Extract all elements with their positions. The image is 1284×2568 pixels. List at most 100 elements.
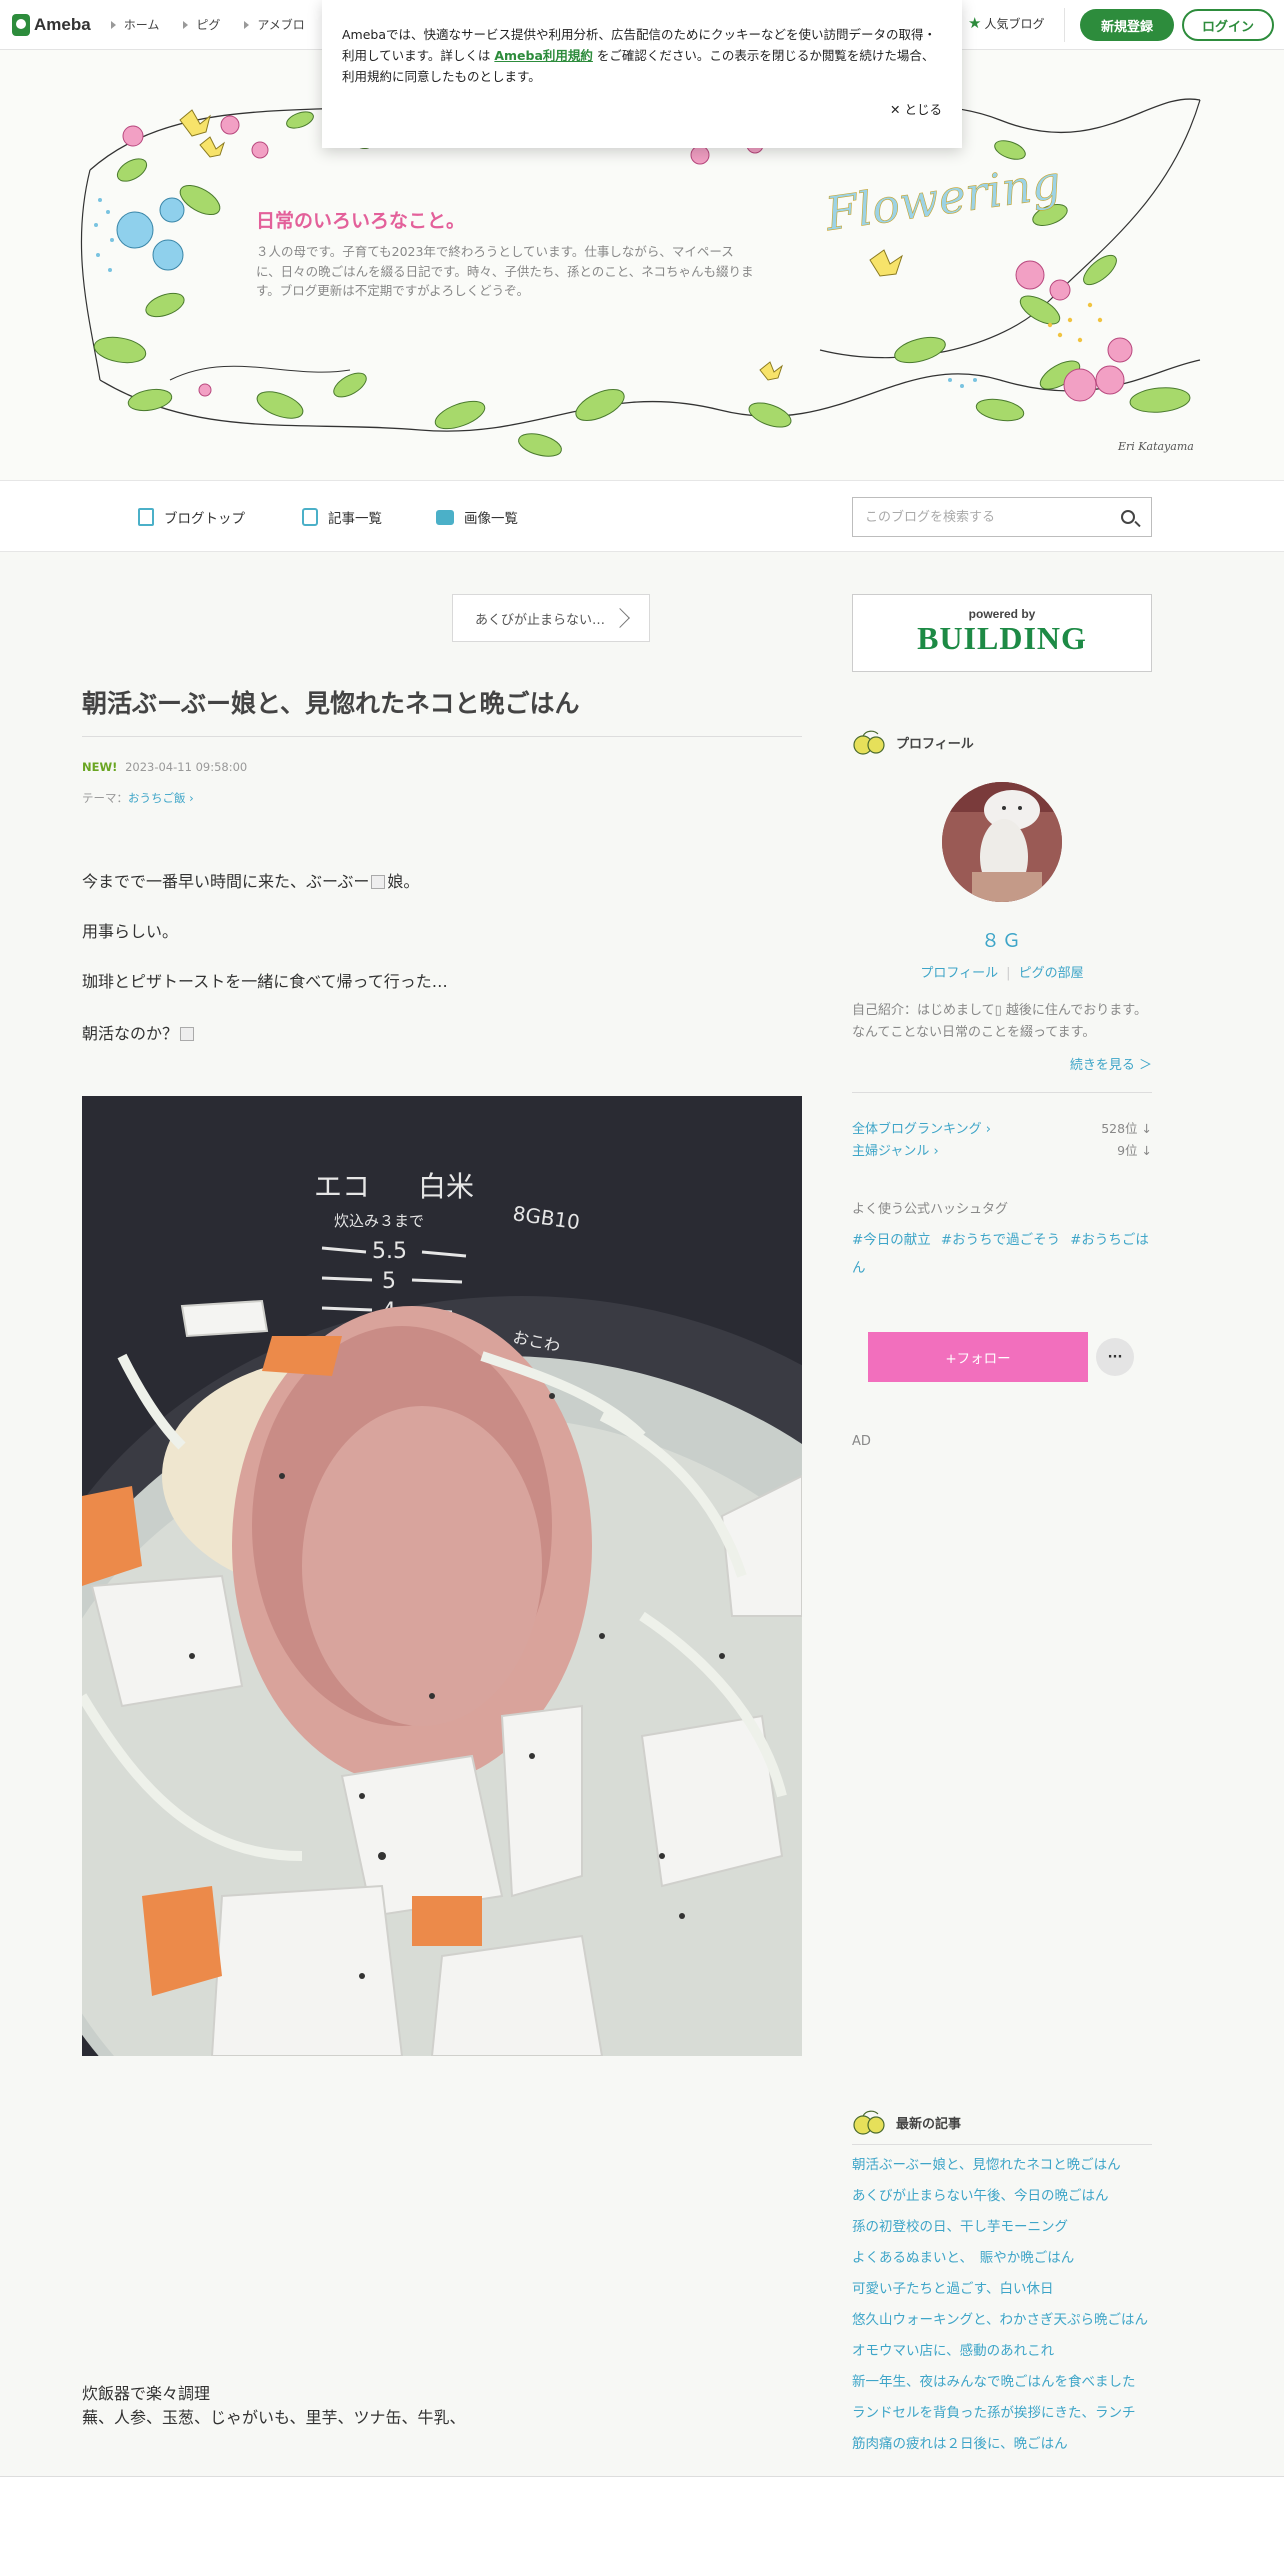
svg-text:5: 5 bbox=[382, 1269, 396, 1294]
recent-entry-link[interactable]: 筋肉痛の疲れは２日後に、晩ごはん bbox=[852, 2433, 1152, 2455]
profile-heading-label: プロフィール bbox=[896, 736, 974, 752]
entry-ingredients-text: 炊飯器で楽々調理 蕪、人参、玉葱、じゃがいも、里芋、ツナ缶、牛乳、 bbox=[82, 2382, 466, 2430]
entry-paragraph: 珈琲とピザトーストを一緒に食べて帰って行った… bbox=[82, 972, 448, 991]
broken-image-icon bbox=[180, 1027, 195, 1041]
genre-ranking-link[interactable]: 主婦ジャンル bbox=[852, 1144, 929, 1159]
popular-blog-label: 人気ブログ bbox=[984, 16, 1045, 31]
cookie-consent-dialog: Amebaでは、快適なサービス提供や利用分析、広告配信のためにクッキーなどを使い… bbox=[322, 0, 962, 148]
login-button[interactable]: ログイン bbox=[1182, 9, 1274, 41]
document-icon bbox=[138, 508, 154, 526]
global-nav-label: ピグ bbox=[196, 18, 221, 32]
ameba-logo[interactable]: Ameba bbox=[12, 13, 91, 36]
leaf-pair-icon bbox=[853, 2110, 885, 2135]
global-nav-pigg[interactable]: ピグ bbox=[183, 16, 220, 33]
profile-link[interactable]: プロフィール bbox=[920, 966, 998, 981]
cookie-close-label: とじる bbox=[904, 102, 942, 117]
recent-entries-heading: 最新の記事 bbox=[852, 2108, 1152, 2136]
blog-description: ３人の母です。子育ても2023年で終わろうとしています。仕事しながら、マイペース… bbox=[256, 244, 754, 298]
recent-entry-link[interactable]: よくあるぬまいと、 賑やか晩ごはん bbox=[852, 2247, 1152, 2269]
blog-search-input[interactable] bbox=[853, 498, 1103, 536]
blog-search bbox=[852, 497, 1152, 537]
ranking-row: 全体ブログランキング › 528位 ↓ bbox=[852, 1118, 1152, 1137]
profile-avatar[interactable] bbox=[942, 782, 1062, 902]
rice-cooker-photo-illustration: エコ 白米 8GB10 炊込み３まで 5.5 5 4 おこわ bbox=[82, 1096, 802, 2056]
chevron-right-icon: › bbox=[185, 791, 194, 805]
header-divider bbox=[1064, 8, 1065, 42]
entry-paragraph: 用事らしい。 bbox=[82, 922, 179, 941]
divider bbox=[852, 1092, 1152, 1093]
global-nav-label: ホーム bbox=[123, 18, 160, 32]
recent-entry-link[interactable]: 新一年生、夜はみんなで晩ごはんを食べました bbox=[852, 2371, 1152, 2393]
cookie-consent-text: Amebaでは、快適なサービス提供や利用分析、広告配信のためにクッキーなどを使い… bbox=[342, 24, 942, 87]
global-nav: ホーム ピグ アメブロ bbox=[110, 16, 329, 33]
profile-nickname[interactable]: ８Ｇ bbox=[852, 926, 1152, 953]
recent-entry-link[interactable]: 朝活ぶーぶー娘と、見惚れたネコと晩ごはん bbox=[852, 2154, 1152, 2176]
entry-theme: テーマ：おうちご飯 › bbox=[82, 790, 194, 806]
text-segment: 朝活なのか？ bbox=[82, 1024, 179, 1043]
register-button[interactable]: 新規登録 bbox=[1080, 9, 1174, 41]
global-nav-home[interactable]: ホーム bbox=[110, 16, 160, 33]
new-badge: NEW! bbox=[82, 760, 118, 774]
profile-links: プロフィール | ピグの部屋 bbox=[852, 962, 1152, 981]
svg-text:エコ: エコ bbox=[314, 1170, 370, 1203]
powered-by-text: powered by bbox=[968, 607, 1036, 621]
overall-ranking-link[interactable]: 全体ブログランキング bbox=[852, 1122, 982, 1137]
previous-entry-label: あくびが止まらない… bbox=[474, 612, 605, 628]
ameba-logo-text: Ameba bbox=[34, 14, 91, 34]
text-segment: 娘。 bbox=[387, 872, 420, 891]
overall-ranking-value: 528位 ↓ bbox=[1101, 1121, 1152, 1136]
recent-entry-link[interactable]: オモウマい店に、感動のあれこれ bbox=[852, 2340, 1152, 2362]
entry-paragraph: 朝活なのか？ bbox=[82, 1020, 196, 1044]
link-separator: | bbox=[1006, 966, 1011, 981]
search-icon[interactable] bbox=[1121, 510, 1135, 524]
copy-icon bbox=[302, 508, 318, 526]
ad-label: AD bbox=[852, 1434, 871, 1449]
svg-text:5.5: 5.5 bbox=[372, 1239, 407, 1264]
read-more-link[interactable]: 続きを見る ＞ bbox=[852, 1054, 1152, 1073]
recent-entry-link[interactable]: 悠久山ウォーキングと、わかさぎ天ぷら晩ごはん bbox=[852, 2309, 1152, 2331]
recent-entry-link[interactable]: ランドセルを背負った孫が挨拶にきた、ランチ bbox=[852, 2402, 1152, 2424]
hashtag-link[interactable]: #おうちで過ごそう bbox=[941, 1232, 1060, 1248]
terms-link[interactable]: Ameba利用規約 bbox=[494, 48, 593, 63]
hashtag-link[interactable]: #今日の献立 bbox=[852, 1232, 931, 1248]
star-icon: ★ bbox=[968, 14, 982, 32]
global-nav-label: アメブロ bbox=[257, 18, 305, 32]
entry-photo-rice-cooker[interactable]: エコ 白米 8GB10 炊込み３まで 5.5 5 4 おこわ bbox=[82, 1096, 802, 2056]
broken-image-icon bbox=[371, 875, 386, 889]
previous-entry-link[interactable]: あくびが止まらない… bbox=[452, 594, 650, 642]
popular-blog-link[interactable]: ★ 人気ブログ bbox=[968, 14, 1044, 32]
profile-intro: 自己紹介：はじめまして▯ 越後に住んでおります。 なんてことない日常のことを綴っ… bbox=[852, 1003, 1147, 1040]
follow-button[interactable]: +フォロー bbox=[868, 1332, 1088, 1382]
divider bbox=[852, 2144, 1152, 2145]
entry-paragraph: 今までで一番早い時間に来た、ぶーぶー 娘。 bbox=[82, 868, 419, 892]
blog-title[interactable]: 日常のいろいろなこと。 bbox=[256, 206, 465, 233]
camera-icon bbox=[436, 509, 454, 525]
genre-ranking-value: 9位 ↓ bbox=[1117, 1143, 1152, 1158]
footer-area bbox=[0, 2477, 1284, 2568]
recent-heading-label: 最新の記事 bbox=[896, 2116, 962, 2132]
global-nav-ameblo[interactable]: アメブロ bbox=[244, 16, 305, 33]
theme-link[interactable]: おうちご飯 bbox=[128, 791, 186, 805]
building-ad-banner[interactable]: powered by BUILDING bbox=[852, 594, 1152, 672]
recent-entry-link[interactable]: あくびが止まらない午後、今日の晩ごはん bbox=[852, 2185, 1152, 2207]
recent-entry-link[interactable]: 可愛い子たちと過ごす、白い休日 bbox=[852, 2278, 1152, 2300]
blog-nav-images[interactable]: 画像一覧 bbox=[436, 507, 518, 527]
leaf-pair-icon bbox=[853, 730, 885, 755]
chevron-right-icon: › bbox=[981, 1122, 991, 1137]
more-options-button[interactable]: ··· bbox=[1096, 1338, 1134, 1376]
svg-text:白米: 白米 bbox=[418, 1170, 474, 1203]
entry-datetime: 2023-04-11 09:58:00 bbox=[125, 760, 248, 774]
hashtag-list: #今日の献立 #おうちで過ごそう #おうちごはん bbox=[852, 1226, 1152, 1282]
blog-nav-entries[interactable]: 記事一覧 bbox=[302, 507, 382, 527]
blog-nav-top[interactable]: ブログトップ bbox=[138, 507, 245, 527]
svg-text:炊込み３まで: 炊込み３まで bbox=[334, 1212, 424, 1230]
hashtag-heading: よく使う公式ハッシュタグ bbox=[852, 1202, 1009, 1217]
entry-title[interactable]: 朝活ぶーぶー娘と、見惚れたネコと晩ごはん bbox=[82, 684, 802, 737]
recent-entries-list: 朝活ぶーぶー娘と、見惚れたネコと晩ごはん あくびが止まらない午後、今日の晩ごはん… bbox=[852, 2154, 1152, 2464]
close-icon: ✕ bbox=[890, 102, 905, 117]
script-word: Flowering bbox=[821, 155, 1064, 242]
recent-entry-link[interactable]: 孫の初登校の日、干し芋モーニング bbox=[852, 2216, 1152, 2238]
triangle-right-icon bbox=[183, 20, 189, 29]
pigg-room-link[interactable]: ピグの部屋 bbox=[1019, 966, 1084, 981]
cookie-close-button[interactable]: ✕ とじる bbox=[890, 99, 942, 118]
